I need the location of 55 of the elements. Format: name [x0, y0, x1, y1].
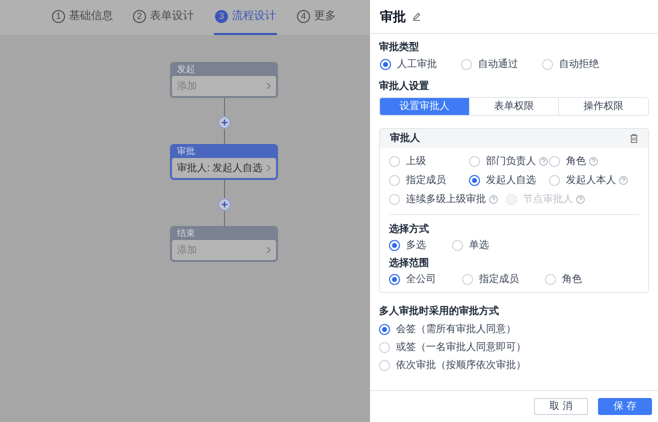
- option-label: 指定成员: [406, 174, 446, 187]
- node-title: 发起: [176, 63, 196, 76]
- option-label: 全公司: [406, 273, 436, 286]
- node-title: 审批: [176, 145, 196, 158]
- radio-button[interactable]: [379, 324, 390, 335]
- option-label: 节点审批人: [523, 193, 573, 206]
- option-label: 发起人本人: [566, 174, 616, 187]
- radio-button[interactable]: [389, 240, 400, 251]
- chevron-right-icon: [266, 246, 271, 254]
- section-label: 选择范围: [388, 257, 430, 270]
- step-tab[interactable]: 2 表单设计: [133, 0, 194, 35]
- option-label: 人工审批: [397, 58, 437, 71]
- option-label: 或签（一名审批人同意即可）: [396, 341, 526, 354]
- option-label: 自动通过: [478, 58, 518, 71]
- save-button[interactable]: 保 存: [598, 398, 652, 415]
- flow-node[interactable]: 结束 添加: [170, 226, 278, 262]
- drawer-title: 审批: [380, 8, 406, 26]
- chevron-right-icon: [266, 164, 271, 172]
- section-label: 选择方式: [388, 223, 430, 236]
- option-label: 部门负责人: [486, 155, 536, 168]
- step-tab[interactable]: 3 流程设计: [214, 0, 277, 35]
- node-content: 添加: [177, 244, 197, 258]
- option-label: 单选: [469, 239, 489, 252]
- flow-node[interactable]: 审批 审批人: 发起人自选: [170, 144, 278, 180]
- node-title: 结束: [176, 227, 196, 240]
- option-label: 会签（需所有审批人同意）: [396, 323, 516, 336]
- cancel-button[interactable]: 取 消: [534, 398, 588, 415]
- option-label: 发起人自选: [486, 174, 536, 187]
- radio-button[interactable]: [469, 175, 480, 186]
- chevron-right-icon: [266, 82, 271, 90]
- section-label: 多人审批时采用的审批方式: [379, 305, 500, 318]
- section-label: 审批人设置: [379, 80, 430, 93]
- radio-button[interactable]: [389, 274, 400, 285]
- option-label: 上级: [406, 155, 426, 168]
- section-label: 审批类型: [379, 41, 420, 54]
- option-label: 指定成员: [479, 273, 519, 286]
- option-label: 自动拒绝: [559, 58, 599, 71]
- add-node-icon[interactable]: [218, 198, 230, 211]
- node-content: 添加: [177, 80, 197, 94]
- settings-tab[interactable]: 设置审批人: [380, 98, 469, 115]
- option-label: 角色: [566, 155, 586, 168]
- settings-tab[interactable]: 操作权限: [558, 98, 648, 115]
- option-label: 角色: [562, 273, 582, 286]
- card-title: 审批人: [390, 131, 420, 146]
- node-content: 审批人: 发起人自选: [177, 162, 263, 176]
- trash-icon[interactable]: [630, 134, 638, 143]
- add-node-icon[interactable]: [218, 116, 230, 129]
- option-label: 连续多级上级审批: [406, 193, 486, 206]
- radio-button[interactable]: [380, 59, 391, 70]
- option-label: 依次审批（按顺序依次审批）: [396, 359, 526, 372]
- step-tab[interactable]: 1 基础信息: [52, 0, 113, 35]
- pencil-icon[interactable]: [412, 12, 421, 21]
- step-tab[interactable]: 4 更多: [297, 0, 336, 35]
- option-label: 多选: [406, 239, 426, 252]
- flow-node[interactable]: 发起 添加: [170, 62, 278, 98]
